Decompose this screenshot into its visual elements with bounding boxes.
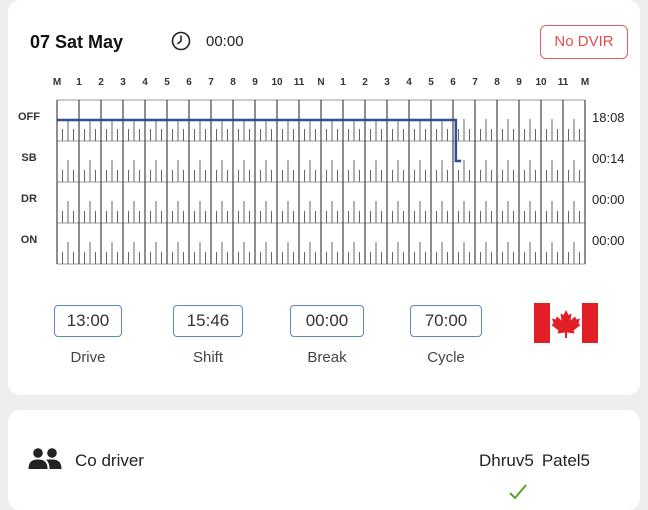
stat-shift-label: Shift [192, 349, 223, 366]
stat-drive-label: Drive [70, 349, 106, 366]
co-driver-name[interactable]: Dhruv5 Patel5 [479, 451, 590, 471]
stat-cycle-value: 70:00 [410, 305, 482, 337]
stat-cycle: 70:00 Cycle [410, 305, 482, 366]
stat-drive-value: 13:00 [54, 305, 122, 337]
stat-break: 00:00 Break [290, 305, 364, 366]
stat-drive: 13:00 Drive [54, 305, 122, 366]
total-sb: 00:14 [592, 151, 625, 166]
log-grid [56, 99, 586, 265]
co-driver-first-name: Dhruv5 [479, 451, 534, 470]
stat-shift-value: 15:46 [173, 305, 243, 337]
co-driver-label: Co driver [75, 451, 144, 470]
stat-break-value: 00:00 [290, 305, 364, 337]
stat-break-label: Break [307, 349, 347, 366]
total-off: 18:08 [592, 110, 625, 125]
users-icon [28, 448, 62, 469]
total-dr: 00:00 [592, 192, 625, 207]
co-driver-last-name: Patel5 [541, 451, 591, 470]
stat-cycle-label: Cycle [427, 349, 465, 366]
stat-shift: 15:46 Shift [173, 305, 243, 366]
total-on: 00:00 [592, 233, 625, 248]
checkmark-icon [509, 484, 527, 499]
canada-flag-icon [534, 303, 598, 343]
